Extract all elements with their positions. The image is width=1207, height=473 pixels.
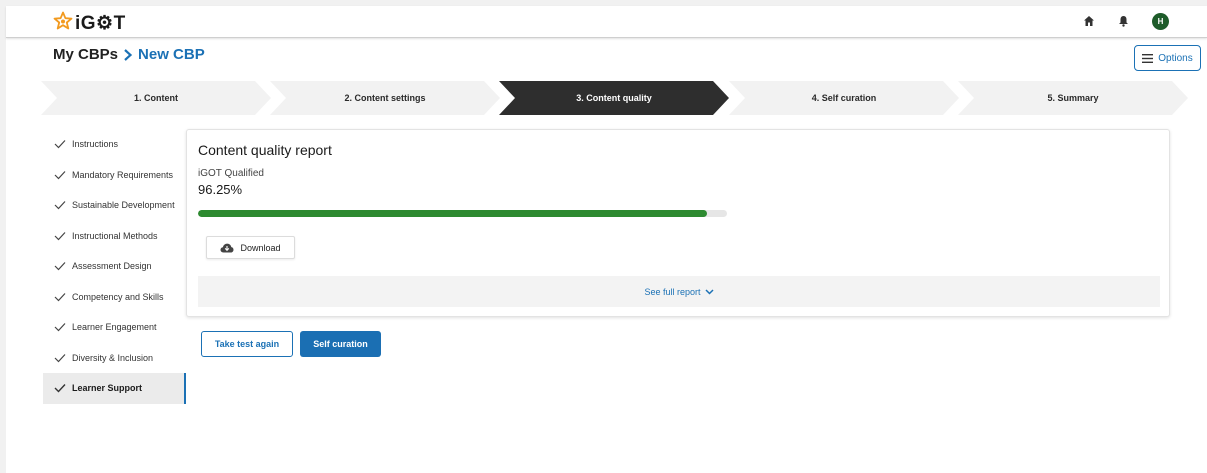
sidebar-item-mandatory-requirements[interactable]: Mandatory Requirements — [43, 160, 186, 191]
sidebar-item-assessment-design[interactable]: Assessment Design — [43, 251, 186, 282]
download-label: Download — [240, 242, 281, 253]
check-icon — [54, 292, 66, 302]
options-button[interactable]: Options — [1134, 45, 1201, 71]
step-label: 5. Summary — [1047, 93, 1099, 103]
sidebar-item-instructions[interactable]: Instructions — [43, 129, 186, 160]
step-self-curation[interactable]: 4. Self curation — [729, 81, 959, 115]
score-progress-bar — [198, 210, 727, 217]
check-icon — [54, 353, 66, 363]
app-frame: iG⚙T H My CBPs New CBP Options 1. Conten… — [6, 6, 1207, 473]
sidebar: Instructions Mandatory Requirements Sust… — [43, 129, 186, 404]
options-label: Options — [1158, 52, 1193, 64]
top-bar: iG⚙T H — [6, 6, 1207, 38]
score-progress-fill — [198, 210, 708, 217]
step-content[interactable]: 1. Content — [41, 81, 271, 115]
bell-icon[interactable] — [1114, 12, 1132, 30]
sidebar-item-label: Instructions — [72, 139, 119, 150]
check-icon — [54, 231, 66, 241]
sidebar-item-diversity-inclusion[interactable]: Diversity & Inclusion — [43, 343, 186, 374]
star-logo-icon — [53, 11, 73, 36]
check-icon — [54, 200, 66, 210]
chevron-down-icon — [704, 288, 714, 295]
cloud-download-icon — [220, 243, 234, 253]
content-quality-report-card: Content quality report iGOT Qualified 96… — [186, 129, 1170, 317]
chevron-right-icon — [123, 48, 133, 61]
sidebar-item-instructional-methods[interactable]: Instructional Methods — [43, 221, 186, 252]
check-icon — [54, 383, 66, 393]
avatar[interactable]: H — [1152, 12, 1169, 30]
full-report-label: See full report — [644, 286, 701, 297]
sidebar-item-label: Assessment Design — [72, 261, 152, 272]
home-icon[interactable] — [1080, 12, 1098, 30]
sidebar-item-competency-and-skills[interactable]: Competency and Skills — [43, 282, 186, 313]
report-status: iGOT Qualified — [198, 168, 264, 179]
step-label: 2. Content settings — [344, 93, 426, 103]
sidebar-item-label: Learner Support — [72, 383, 143, 394]
logo-text: iG⚙T — [75, 13, 126, 34]
self-curation-button[interactable]: Self curation — [300, 331, 381, 357]
sidebar-item-label: Learner Engagement — [72, 322, 157, 333]
sidebar-item-label: Instructional Methods — [72, 230, 158, 241]
menu-icon — [1142, 53, 1154, 63]
see-full-report-toggle[interactable]: See full report — [198, 276, 1160, 307]
top-icons: H — [1064, 12, 1169, 30]
igot-logo[interactable]: iG⚙T — [53, 11, 126, 36]
step-content-settings[interactable]: 2. Content settings — [270, 81, 500, 115]
breadcrumb-my-cbps[interactable]: My CBPs — [53, 46, 118, 63]
step-summary[interactable]: 5. Summary — [958, 81, 1188, 115]
check-icon — [54, 261, 66, 271]
breadcrumb-current: New CBP — [138, 46, 205, 63]
check-icon — [54, 322, 66, 332]
step-content-quality[interactable]: 3. Content quality — [499, 81, 729, 115]
step-label: 1. Content — [134, 93, 178, 103]
stepper: 1. Content 2. Content settings 3. Conten… — [41, 81, 1191, 115]
sidebar-item-label: Diversity & Inclusion — [72, 352, 154, 363]
sidebar-item-learner-support[interactable]: Learner Support — [43, 373, 186, 404]
sidebar-item-label: Mandatory Requirements — [72, 169, 174, 180]
breadcrumb: My CBPs New CBP — [53, 46, 205, 63]
sidebar-item-learner-engagement[interactable]: Learner Engagement — [43, 312, 186, 343]
report-score: 96.25% — [198, 182, 243, 197]
report-title: Content quality report — [198, 142, 332, 158]
sidebar-item-sustainable-development[interactable]: Sustainable Development — [43, 190, 186, 221]
step-label: 4. Self curation — [811, 93, 877, 103]
check-icon — [54, 139, 66, 149]
take-test-again-button[interactable]: Take test again — [201, 331, 293, 357]
step-label: 3. Content quality — [576, 93, 652, 103]
sidebar-item-label: Competency and Skills — [72, 291, 164, 302]
sidebar-item-label: Sustainable Development — [72, 200, 175, 211]
download-button[interactable]: Download — [206, 236, 295, 259]
check-icon — [54, 170, 66, 180]
